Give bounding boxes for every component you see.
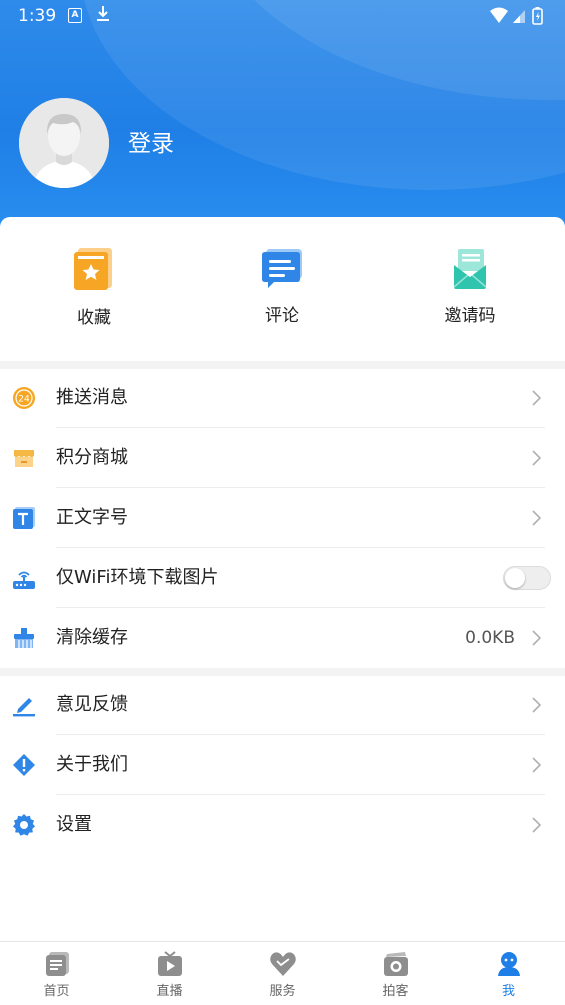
- menu-item-push-messages[interactable]: 24 推送消息: [0, 368, 565, 428]
- store-icon: [14, 450, 34, 467]
- heart-hands-icon: [269, 952, 296, 976]
- text-size-icon: [13, 507, 35, 529]
- pencil-icon: [13, 698, 35, 717]
- battery-icon: [532, 7, 543, 25]
- quick-actions-card: 收藏 评论 邀请码: [0, 217, 565, 361]
- menu-item-points-mall[interactable]: 积分商城: [0, 428, 565, 488]
- quick-action-invite-code[interactable]: 邀请码: [410, 247, 530, 326]
- menu-item-clear-cache[interactable]: 清除缓存 0.0KB: [0, 608, 565, 668]
- quick-action-label: 收藏: [77, 308, 111, 328]
- menu-item-label: 清除缓存: [56, 627, 128, 648]
- default-user-icon: [19, 98, 109, 188]
- tab-live[interactable]: 直播: [113, 942, 226, 1005]
- info-diamond-icon: [13, 754, 35, 776]
- quick-action-favorites[interactable]: 收藏: [34, 247, 154, 328]
- download-icon: [96, 5, 110, 27]
- status-time: 1:39: [18, 6, 57, 26]
- tab-label: 直播: [156, 984, 183, 999]
- chevron-right-icon: [532, 697, 541, 713]
- tab-label: 拍客: [382, 984, 409, 999]
- gear-icon: [13, 814, 35, 836]
- quick-action-label: 评论: [265, 306, 299, 326]
- bottom-tab-bar: 首页 直播 服务 拍客 我: [0, 941, 565, 1005]
- camera-icon: [383, 952, 408, 976]
- menu-item-label: 意见反馈: [56, 694, 128, 715]
- tab-home[interactable]: 首页: [0, 942, 113, 1005]
- chevron-right-icon: [532, 510, 541, 526]
- chevron-right-icon: [532, 817, 541, 833]
- menu-item-label: 积分商城: [56, 447, 128, 468]
- menu-item-label: 推送消息: [56, 387, 128, 408]
- menu-item-label: 正文字号: [56, 507, 128, 528]
- status-icons: [489, 6, 549, 30]
- router-icon: [13, 571, 35, 589]
- menu-item-wifi-only-images[interactable]: 仅WiFi环境下载图片: [0, 548, 565, 608]
- signal-icon: [513, 10, 525, 23]
- chevron-right-icon: [532, 390, 541, 406]
- toggle-knob: [505, 568, 525, 588]
- chevron-right-icon: [532, 450, 541, 466]
- tab-label: 我: [501, 984, 515, 999]
- menu-item-about-us[interactable]: 关于我们: [0, 735, 565, 795]
- menu-item-label: 关于我们: [56, 754, 128, 775]
- tv-live-icon: [157, 951, 182, 976]
- login-link[interactable]: 登录: [128, 128, 174, 160]
- tab-me[interactable]: 我: [452, 942, 565, 1005]
- home-news-icon: [45, 952, 69, 976]
- menu-item-text-size[interactable]: 正文字号: [0, 488, 565, 548]
- wifi-only-toggle[interactable]: [503, 566, 551, 590]
- tab-label: 服务: [269, 984, 296, 999]
- svg-text:24: 24: [18, 395, 30, 405]
- quick-action-label: 邀请码: [444, 306, 496, 326]
- tab-paike[interactable]: 拍客: [339, 942, 452, 1005]
- tab-services[interactable]: 服务: [226, 942, 339, 1005]
- profile-header: 1:39 A 登录: [0, 0, 565, 240]
- cache-size-value: 0.0KB: [465, 628, 515, 648]
- menu-item-label: 设置: [56, 814, 92, 835]
- chevron-right-icon: [532, 757, 541, 773]
- push-24-icon: 24: [13, 387, 35, 409]
- menu-item-settings[interactable]: 设置: [0, 795, 565, 855]
- bookmark-star-icon: [74, 248, 112, 290]
- avatar[interactable]: [19, 98, 109, 188]
- broom-icon: [14, 628, 34, 648]
- tab-label: 首页: [43, 984, 70, 999]
- invite-envelope-icon: [453, 249, 487, 289]
- notification-a-icon: A: [68, 8, 82, 23]
- quick-action-comments[interactable]: 评论: [222, 247, 342, 326]
- wifi-icon: [490, 7, 508, 23]
- menu-item-feedback[interactable]: 意见反馈: [0, 675, 565, 735]
- chevron-right-icon: [532, 630, 541, 646]
- menu-item-label: 仅WiFi环境下载图片: [56, 567, 219, 588]
- status-bar: 1:39 A: [0, 0, 565, 32]
- user-icon: [497, 952, 520, 976]
- comment-icon: [262, 249, 302, 288]
